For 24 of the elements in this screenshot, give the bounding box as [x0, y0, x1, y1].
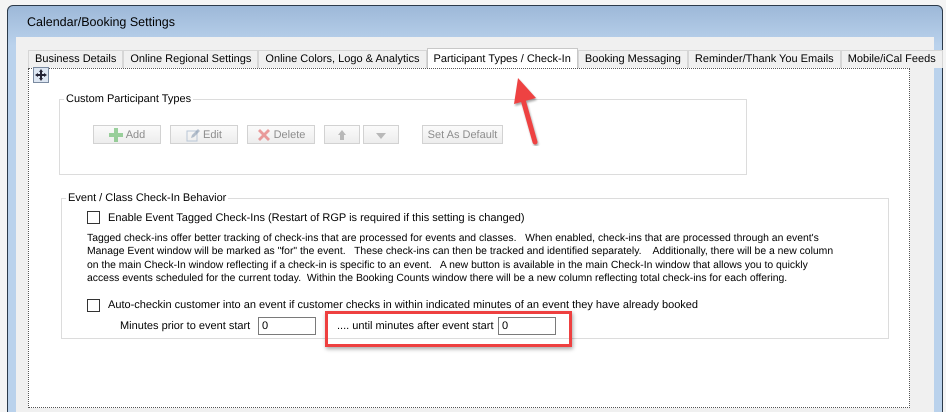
group-title: Event / Class Check-In Behavior: [67, 192, 228, 204]
window-title: Calendar/Booking Settings: [27, 14, 176, 28]
up-arrow-icon: [336, 128, 348, 140]
checkbox[interactable]: [87, 298, 100, 312]
move-handle-icon[interactable]: [33, 67, 49, 83]
plus-icon: [108, 128, 123, 142]
x-icon: [256, 128, 271, 142]
description-text: Tagged check-ins offer better tracking of check-ins that are processed for events and classes. When enabled, check-ins that are processed through an event's Manage Event window will be marked as "for" the event. These check-ins can then be tracked and identified separately. Additionally, there will be a new column on the main Check-In window reflecting if a check-in is specific to an event. A new button is available in the main Check-In window that allows you to quickly access events scheduled for the current today. Within the Booking Counts window there will be a new column reflecting total check-ins for each offering.: [87, 232, 834, 286]
minutes-after-field[interactable]: 0: [498, 316, 556, 335]
tab[interactable]: Participant Types / Check-In: [426, 48, 578, 69]
group-title: Custom Participant Types: [65, 93, 192, 105]
tab[interactable]: Online Colors, Logo & Analytics: [258, 50, 426, 68]
tab[interactable]: Mobile/iCal Feeds: [840, 50, 943, 68]
minutes-prior-field[interactable]: 0: [258, 316, 316, 335]
checkbox[interactable]: [87, 211, 100, 224]
field-label: .... until minutes after event start: [337, 320, 495, 332]
checkbox-label: Auto-checkin customer into an event if customer checks in within indicated minutes of an event they have already booked: [108, 299, 698, 312]
field-label: Minutes prior to event start: [120, 320, 252, 332]
checkbox-label: Enable Event Tagged Check-Ins (Restart of RGP is required if this setting is changed): [108, 212, 525, 224]
tab[interactable]: Online Regional Settings: [123, 50, 258, 68]
tab[interactable]: Booking Messaging: [578, 50, 688, 68]
tab[interactable]: Reminder/Thank You Emails: [688, 50, 841, 68]
pencil-icon: [186, 128, 200, 142]
tab[interactable]: Business Details: [28, 50, 124, 68]
